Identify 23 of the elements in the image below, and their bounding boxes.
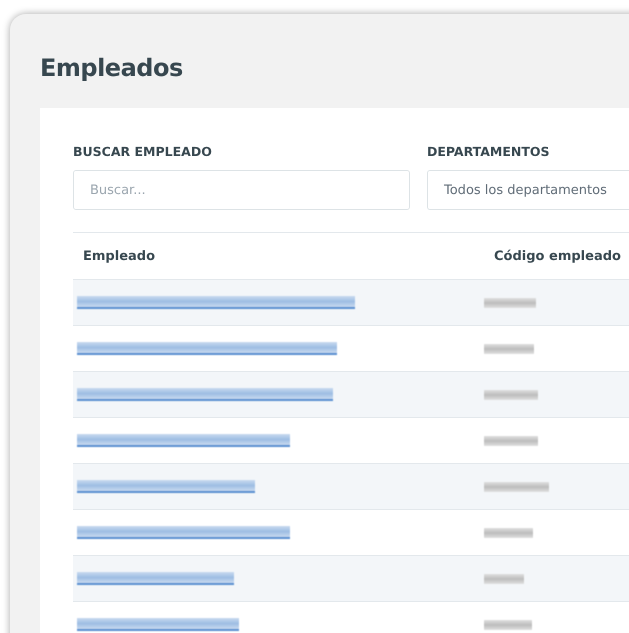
redacted-code <box>484 620 532 630</box>
redacted-code <box>484 574 524 584</box>
department-select[interactable]: Todos los departamentos <box>427 170 629 210</box>
column-header: Código empleado <box>493 248 622 264</box>
redacted-code <box>484 436 538 446</box>
search-field[interactable]: Buscar... <box>73 170 410 210</box>
redacted-name-link[interactable] <box>77 388 333 401</box>
page-title: Empleados <box>40 53 184 84</box>
redacted-name-link[interactable] <box>77 434 290 447</box>
redacted-code <box>484 390 538 400</box>
redacted-code <box>484 482 549 492</box>
redacted-name-link[interactable] <box>77 296 355 309</box>
redacted-name-link[interactable] <box>77 342 337 355</box>
redacted-name-link[interactable] <box>77 572 234 585</box>
field-label: BUSCAR EMPLEADO <box>73 144 213 159</box>
redacted-code <box>484 528 533 538</box>
redacted-name-link[interactable] <box>77 480 255 493</box>
redacted-code <box>484 298 536 308</box>
field-label: DEPARTAMENTOS <box>427 144 550 159</box>
redacted-name-link[interactable] <box>77 618 239 631</box>
redacted-code <box>484 344 534 354</box>
redacted-name-link[interactable] <box>77 526 290 539</box>
column-header: Empleado <box>82 248 156 264</box>
